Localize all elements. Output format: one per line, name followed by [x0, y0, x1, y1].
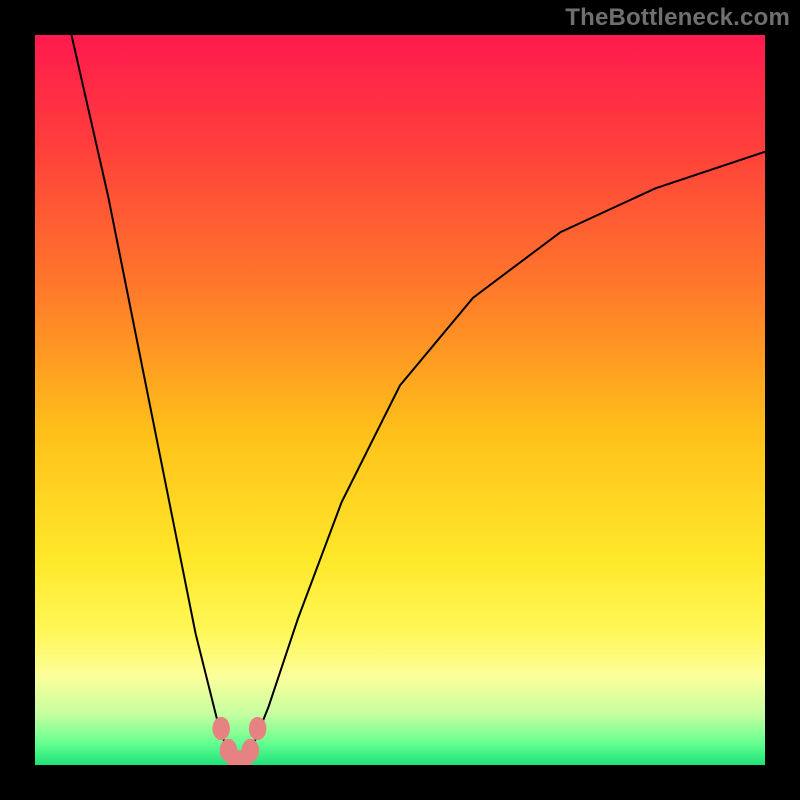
chart-frame: TheBottleneck.com — [0, 0, 800, 800]
plot-area — [35, 35, 765, 765]
curve-left-branch — [72, 35, 240, 765]
threshold-marker — [212, 717, 230, 740]
threshold-marker — [242, 739, 260, 762]
curve-layer — [35, 35, 765, 765]
curve-right-branch — [239, 152, 765, 765]
watermark-text: TheBottleneck.com — [565, 4, 790, 32]
threshold-markers — [212, 717, 266, 765]
threshold-marker — [249, 717, 267, 740]
